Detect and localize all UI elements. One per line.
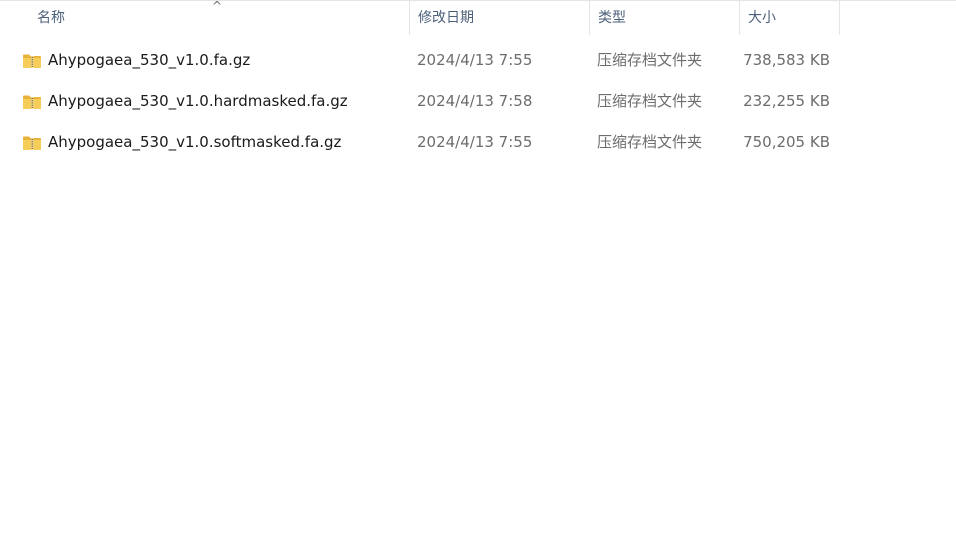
file-row[interactable]: Ahypogaea_530_v1.0.softmasked.fa.gz 2024… [0,122,956,163]
file-type: 压缩存档文件夹 [597,51,703,69]
column-header-date[interactable]: 修改日期 [410,1,590,35]
file-row[interactable]: Ahypogaea_530_v1.0.fa.gz 2024/4/13 7:55 … [0,40,956,81]
zip-folder-icon [23,136,41,150]
file-name-cell[interactable]: Ahypogaea_530_v1.0.softmasked.fa.gz [22,122,341,163]
file-row[interactable]: Ahypogaea_530_v1.0.hardmasked.fa.gz 2024… [0,81,956,122]
column-header-name[interactable]: 名称 [0,1,410,35]
column-header-row: 名称 ^ 修改日期 类型 大小 [0,0,956,35]
file-name-cell[interactable]: Ahypogaea_530_v1.0.hardmasked.fa.gz [22,81,348,122]
file-name: Ahypogaea_530_v1.0.fa.gz [48,51,251,69]
file-name-cell[interactable]: Ahypogaea_530_v1.0.fa.gz [22,40,250,81]
file-date: 2024/4/13 7:55 [417,51,533,69]
file-list: Ahypogaea_530_v1.0.fa.gz 2024/4/13 7:55 … [0,40,956,163]
file-name: Ahypogaea_530_v1.0.hardmasked.fa.gz [48,92,348,110]
column-header-size[interactable]: 大小 [740,1,840,35]
file-size: 750,205 KB [743,133,830,151]
file-explorer-view: 名称 ^ 修改日期 类型 大小 Ahypogaea_530_v1.0.fa.gz [0,0,956,556]
file-size: 738,583 KB [743,51,830,69]
zip-folder-icon [23,95,41,109]
column-header-type[interactable]: 类型 [590,1,740,35]
file-size: 232,255 KB [743,92,830,110]
file-date: 2024/4/13 7:55 [417,133,533,151]
zip-folder-icon [23,54,41,68]
sort-ascending-icon: ^ [212,0,223,13]
file-name: Ahypogaea_530_v1.0.softmasked.fa.gz [48,133,342,151]
file-date: 2024/4/13 7:58 [417,92,533,110]
file-type: 压缩存档文件夹 [597,133,703,151]
file-type: 压缩存档文件夹 [597,92,703,110]
